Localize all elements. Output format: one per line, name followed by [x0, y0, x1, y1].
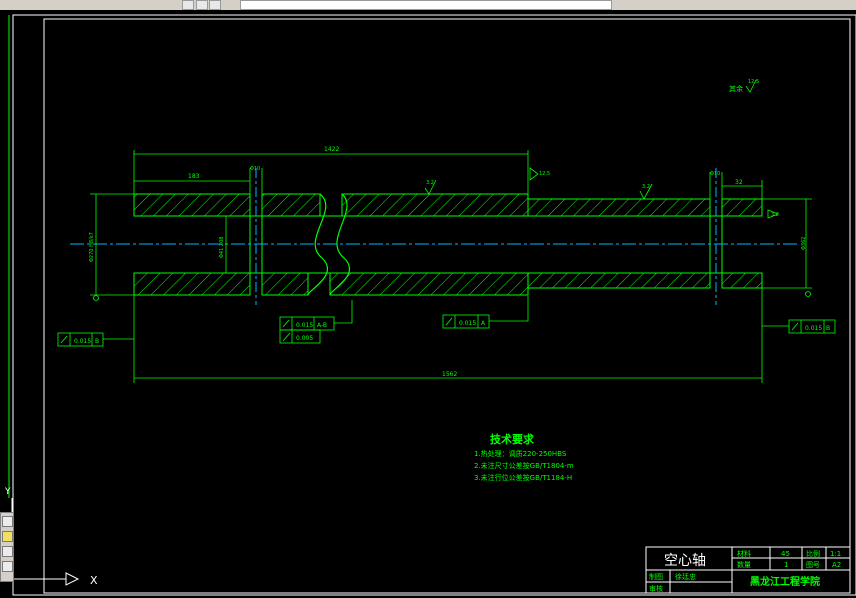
sheet-label: 图号 — [806, 561, 820, 569]
scale-value: 1:1 — [830, 550, 841, 558]
cad-drawing: 1422 183 Φ10 Φ10 32 1562 Φ270 H8/k7 Φ41 … — [4, 14, 856, 596]
part-name: 空心轴 — [664, 553, 706, 569]
notes-line-3: 3.未注行位公差按GB/T1184-H — [474, 473, 572, 482]
palette-match-icon[interactable] — [2, 561, 13, 572]
drawn-label: 制图 — [649, 572, 663, 581]
dim-od-left: Φ270 H8/k7 — [89, 232, 95, 262]
tol-2-ref: A-B — [317, 322, 327, 329]
ucs-x-label: X — [90, 574, 98, 587]
material-label: 材料 — [737, 549, 751, 558]
tol-5-value: 0.015 — [805, 325, 822, 332]
roughness-rest-val: 12.5 — [748, 79, 759, 85]
toolbar-icon-properties[interactable] — [196, 0, 208, 10]
palette-props-icon[interactable] — [2, 546, 13, 557]
roughness-rest-label: 其余 — [729, 84, 743, 93]
tol-2-value: 0.015 — [296, 322, 313, 329]
roughness-b: 12.5 — [539, 171, 550, 177]
material-value: 45 — [781, 550, 790, 558]
school-name: 黑龙江工程学院 — [750, 575, 820, 588]
drawing-border — [12, 14, 856, 596]
drawing-canvas[interactable]: 1422 183 Φ10 Φ10 32 1562 Φ270 H8/k7 Φ41 … — [0, 10, 856, 598]
dim-right-len: 32 — [735, 179, 743, 186]
dim-od-right: Φ362 — [801, 237, 807, 250]
dim-hole-right: Φ10 — [710, 171, 720, 177]
sheet-value: A2 — [832, 561, 841, 569]
checked-label: 审核 — [649, 584, 663, 593]
dimensions — [90, 150, 812, 383]
dim-left-len: 183 — [188, 173, 200, 180]
roughness-d: 3.2 — [771, 212, 779, 218]
tol-3-value: 0.005 — [296, 335, 313, 342]
dim-total-top: 1422 — [324, 146, 339, 153]
ucs-y-label: Y — [4, 487, 11, 497]
side-tool-palette[interactable] — [0, 512, 14, 582]
tol-1-value: 0.015 — [74, 338, 91, 345]
tolerance-frame-4 — [762, 319, 836, 334]
notes-line-1: 1.热处理：调质220-250HBS — [474, 449, 567, 458]
qty-label: 数量 — [737, 560, 751, 569]
toolbar-icon-layers[interactable] — [182, 0, 194, 10]
drawn-by: 徐廷忠 — [675, 572, 696, 581]
tol-1-ref: B — [95, 338, 99, 345]
tolerance-frame-2 — [279, 300, 353, 344]
tol-5-ref: B — [826, 325, 830, 332]
toolbar-icon-match[interactable] — [209, 0, 221, 10]
notes-line-2: 2.未注尺寸公差按GB/T1804-m — [474, 461, 574, 470]
roughness-c: 3.2 — [642, 184, 650, 190]
tolerance-frame-3 — [442, 296, 529, 329]
tol-4-ref: A — [481, 320, 486, 327]
ucs-icon — [11, 498, 80, 586]
roughness-a: 3.2 — [426, 180, 434, 186]
dim-hole-left: Φ10 — [250, 166, 260, 172]
dim-bore: Φ41 208 — [219, 237, 225, 258]
palette-layer-icon[interactable] — [2, 531, 13, 542]
notes-title: 技术要求 — [490, 432, 535, 446]
palette-arrow-icon[interactable] — [2, 516, 13, 527]
scale-label: 比例 — [806, 549, 820, 558]
tol-4-value: 0.015 — [459, 320, 476, 327]
dim-total-len: 1562 — [442, 371, 457, 378]
qty-value: 1 — [784, 561, 788, 569]
layer-dropdown[interactable] — [240, 0, 612, 10]
